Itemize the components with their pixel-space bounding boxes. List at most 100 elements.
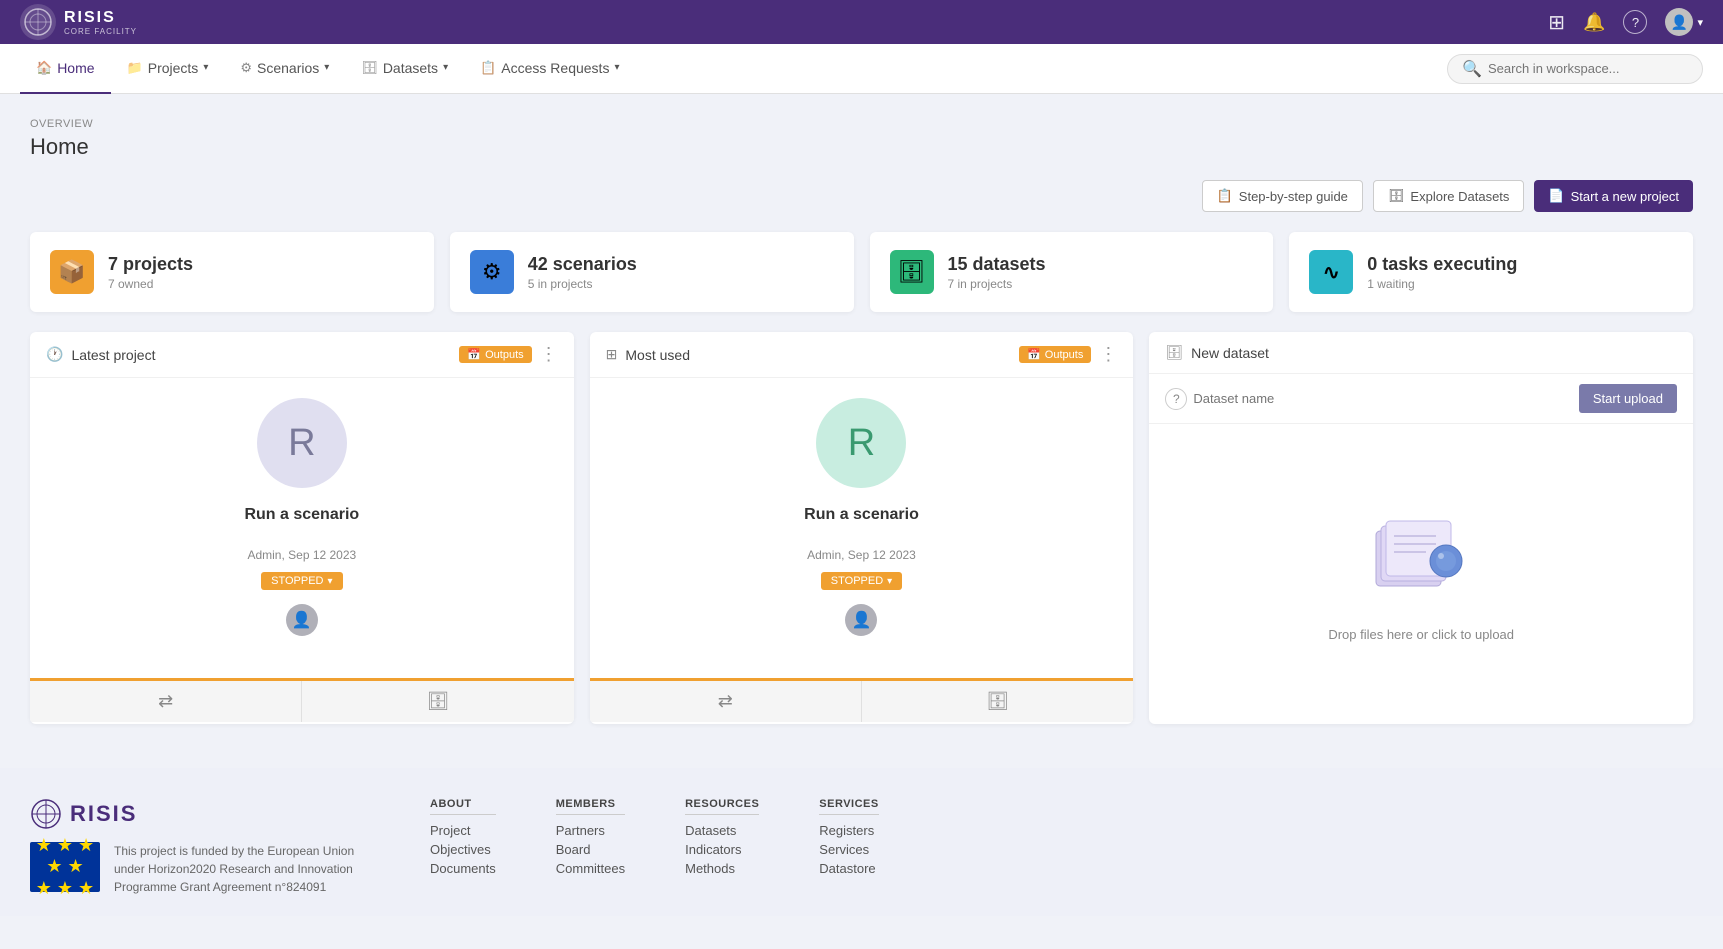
stat-projects[interactable]: 📦 7 projects 7 owned bbox=[30, 232, 434, 312]
user-menu[interactable]: 👤 ▾ bbox=[1665, 8, 1703, 36]
start-project-button[interactable]: 📄 Start a new project bbox=[1534, 180, 1693, 212]
most-used-status-badge[interactable]: STOPPED ▾ bbox=[821, 572, 902, 590]
nav-items: 🏠 Home 📁 Projects ▾ ⚙ Scenarios ▾ 🗄 Data… bbox=[20, 44, 1447, 94]
nav-projects[interactable]: 📁 Projects ▾ bbox=[111, 44, 225, 94]
most-used-outputs-badge[interactable]: 📅 Outputs bbox=[1019, 346, 1091, 363]
latest-datasets-button[interactable]: 🗄 bbox=[301, 681, 573, 722]
footer-about-title: ABOUT bbox=[430, 798, 496, 815]
tasks-stat-sub: 1 waiting bbox=[1367, 277, 1517, 291]
latest-project-body: R Run a scenario Admin, Sep 12 2023 STOP… bbox=[30, 378, 574, 678]
latest-project-footer: ⇄ 🗄 bbox=[30, 678, 574, 722]
projects-stat-icon: 📦 bbox=[50, 250, 94, 294]
datasets-stat-main: 15 datasets bbox=[948, 254, 1046, 275]
latest-project-avatar: R bbox=[257, 398, 347, 488]
footer-link-partners[interactable]: Partners bbox=[556, 823, 625, 838]
projects-icon: 📁 bbox=[127, 60, 143, 76]
nav-scenarios[interactable]: ⚙ Scenarios ▾ bbox=[224, 44, 345, 94]
access-chevron-icon: ▾ bbox=[614, 62, 619, 73]
footer-link-datastore[interactable]: Datastore bbox=[819, 861, 878, 876]
most-used-project-name[interactable]: Run a scenario bbox=[804, 506, 919, 524]
upload-drop-area[interactable]: Drop files here or click to upload bbox=[1149, 424, 1693, 724]
latest-outputs-badge[interactable]: 📅 Outputs bbox=[459, 346, 531, 363]
start-upload-button[interactable]: Start upload bbox=[1579, 384, 1677, 413]
footer-brand: RISIS ★ ★ ★★ ★★ ★ ★ This project is fund… bbox=[30, 798, 370, 896]
datasets-stat-icon: 🗄 bbox=[890, 250, 934, 294]
grid-card-icon: ⊞ bbox=[606, 346, 618, 363]
top-nav-icons: ⊞ 🔔 ? 👤 ▾ bbox=[1548, 8, 1703, 36]
stats-row: 📦 7 projects 7 owned ⚙ 42 scenarios 5 in… bbox=[30, 232, 1693, 312]
most-used-datasets-button[interactable]: 🗄 bbox=[861, 681, 1133, 722]
most-used-scenarios-button[interactable]: ⇄ bbox=[590, 681, 861, 722]
most-used-meta: Admin, Sep 12 2023 bbox=[807, 548, 916, 562]
most-used-more-icon[interactable]: ⋮ bbox=[1099, 344, 1117, 365]
stat-datasets[interactable]: 🗄 15 datasets 7 in projects bbox=[870, 232, 1274, 312]
step-by-step-button[interactable]: 📋 Step-by-step guide bbox=[1202, 180, 1363, 212]
footer-col-resources: RESOURCES Datasets Indicators Methods bbox=[685, 798, 759, 880]
risis-logo bbox=[20, 4, 56, 40]
toolbar: 📋 Step-by-step guide 🗄 Explore Datasets … bbox=[30, 180, 1693, 212]
footer-link-documents[interactable]: Documents bbox=[430, 861, 496, 876]
footer-description: This project is funded by the European U… bbox=[114, 842, 370, 896]
help-icon[interactable]: ? bbox=[1623, 10, 1647, 34]
grid-icon[interactable]: ⊞ bbox=[1548, 10, 1565, 35]
footer-link-methods[interactable]: Methods bbox=[685, 861, 759, 876]
footer-link-committees[interactable]: Committees bbox=[556, 861, 625, 876]
footer-link-board[interactable]: Board bbox=[556, 842, 625, 857]
footer-col-members: MEMBERS Partners Board Committees bbox=[556, 798, 625, 880]
scenarios-stat-icon: ⚙ bbox=[470, 250, 514, 294]
footer-col-about: ABOUT Project Objectives Documents bbox=[430, 798, 496, 880]
search-input[interactable] bbox=[1488, 61, 1688, 76]
footer-link-project[interactable]: Project bbox=[430, 823, 496, 838]
help-circle-icon[interactable]: ? bbox=[1165, 388, 1187, 410]
user-avatar: 👤 bbox=[1665, 8, 1693, 36]
scenarios-icon: ⚙ bbox=[240, 60, 252, 76]
most-used-footer: ⇄ 🗄 bbox=[590, 678, 1134, 722]
footer-brand-name: RISIS bbox=[70, 801, 137, 827]
drop-text: Drop files here or click to upload bbox=[1328, 627, 1514, 642]
latest-scenarios-button[interactable]: ⇄ bbox=[30, 681, 301, 722]
datasets-icon: 🗄 bbox=[361, 60, 378, 76]
most-used-body: R Run a scenario Admin, Sep 12 2023 STOP… bbox=[590, 378, 1134, 678]
projects-stat-sub: 7 owned bbox=[108, 277, 193, 291]
stat-scenarios[interactable]: ⚙ 42 scenarios 5 in projects bbox=[450, 232, 854, 312]
most-outputs-icon: 📅 bbox=[1027, 348, 1041, 361]
breadcrumb: OVERVIEW bbox=[30, 118, 1693, 130]
footer-services-title: SERVICES bbox=[819, 798, 878, 815]
explore-datasets-button[interactable]: 🗄 Explore Datasets bbox=[1373, 180, 1525, 212]
search-icon: 🔍 bbox=[1462, 59, 1482, 79]
latest-more-icon[interactable]: ⋮ bbox=[540, 344, 558, 365]
brand-subtitle: CORE FACILITY bbox=[64, 27, 137, 36]
nav-home[interactable]: 🏠 Home bbox=[20, 44, 111, 94]
scenarios-chevron-icon: ▾ bbox=[324, 62, 329, 73]
bell-icon[interactable]: 🔔 bbox=[1583, 12, 1605, 33]
footer-links: ABOUT Project Objectives Documents MEMBE… bbox=[430, 798, 1693, 880]
nav-datasets[interactable]: 🗄 Datasets ▾ bbox=[345, 44, 464, 94]
footer-link-datasets[interactable]: Datasets bbox=[685, 823, 759, 838]
projects-stat-main: 7 projects bbox=[108, 254, 193, 275]
footer-link-indicators[interactable]: Indicators bbox=[685, 842, 759, 857]
latest-project-name[interactable]: Run a scenario bbox=[244, 506, 359, 524]
stat-tasks[interactable]: ∿ 0 tasks executing 1 waiting bbox=[1289, 232, 1693, 312]
chevron-down-icon: ▾ bbox=[1697, 16, 1703, 29]
tasks-stat-icon: ∿ bbox=[1309, 250, 1353, 294]
projects-chevron-icon: ▾ bbox=[203, 62, 208, 73]
header-area: OVERVIEW Home 📋 Step-by-step guide 🗄 Exp… bbox=[30, 118, 1693, 212]
nav-access-requests[interactable]: 📋 Access Requests ▾ bbox=[464, 44, 635, 94]
upload-name-row: ? Start upload bbox=[1149, 374, 1693, 424]
status-chevron-icon: ▾ bbox=[328, 576, 333, 587]
scenarios-stat-sub: 5 in projects bbox=[528, 277, 637, 291]
search-area[interactable]: 🔍 bbox=[1447, 54, 1703, 84]
footer-col-services: SERVICES Registers Services Datastore bbox=[819, 798, 878, 880]
most-used-user-avatar: 👤 bbox=[845, 604, 877, 636]
most-used-title: Most used bbox=[625, 347, 690, 363]
latest-project-header: 🕐 Latest project 📅 Outputs ⋮ bbox=[30, 332, 574, 378]
upload-illustration bbox=[1361, 506, 1481, 611]
footer-link-services[interactable]: Services bbox=[819, 842, 878, 857]
footer-link-registers[interactable]: Registers bbox=[819, 823, 878, 838]
footer-link-objectives[interactable]: Objectives bbox=[430, 842, 496, 857]
footer-logo: RISIS bbox=[30, 798, 370, 830]
latest-status-badge[interactable]: STOPPED ▾ bbox=[261, 572, 342, 590]
datasets-chevron-icon: ▾ bbox=[443, 62, 448, 73]
dataset-name-input[interactable] bbox=[1193, 391, 1573, 406]
step-icon: 📋 bbox=[1217, 188, 1233, 204]
